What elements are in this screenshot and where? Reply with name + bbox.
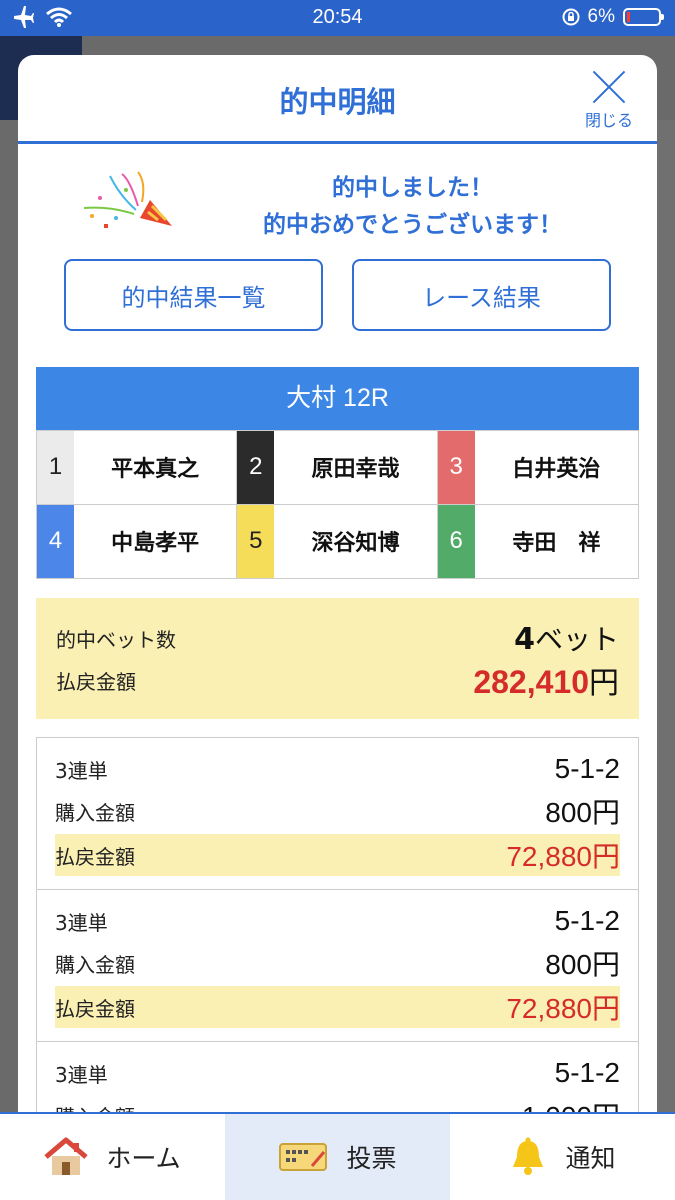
party-popper-icon xyxy=(83,171,172,228)
racer-name: 白井英治 xyxy=(512,457,601,483)
hit-summary: 的中ベット数 4ベット 払戻金額 282,410円 xyxy=(36,598,639,719)
bet-count-value: 4ベット xyxy=(514,618,619,658)
bet-unit: ベット xyxy=(534,623,619,656)
racer-4: 4 中島孝平 xyxy=(37,504,238,578)
bet-type: 3連単 xyxy=(55,910,108,935)
racer-number: 3 xyxy=(437,431,475,504)
close-button[interactable]: 閉じる xyxy=(579,69,639,131)
racer-name: 平本真之 xyxy=(111,457,200,483)
bet-combo: 5-1-2 xyxy=(554,905,620,936)
racer-name: 原田幸哉 xyxy=(311,457,400,483)
bet-card: 3連単 5-1-2 購入金額 800円 払戻金額 72,880円 xyxy=(36,737,639,890)
bet-count-label: 的中ベット数 xyxy=(56,627,176,652)
bet-type-row: 3連単 5-1-2 xyxy=(55,1052,620,1094)
racer-number: 6 xyxy=(437,504,475,578)
purchase-row: 購入金額 800円 xyxy=(55,942,620,984)
payout-total-row: 払戻金額 282,410円 xyxy=(56,658,619,702)
close-icon xyxy=(591,69,627,105)
status-right: 6% xyxy=(562,6,664,28)
racer-3: 3 白井英治 xyxy=(437,431,638,505)
modal-title: 的中明細 xyxy=(279,85,396,119)
racer-2: 2 原田幸哉 xyxy=(237,431,438,505)
racer-name: 寺田 祥 xyxy=(512,531,601,557)
hit-details-modal: 的中明細 閉じる 的中しました！ 的中おめでとうございます！ 的中結果一覧 レー… xyxy=(18,55,657,1125)
racer-1: 1 平本真之 xyxy=(37,431,238,505)
bet-combo: 5-1-2 xyxy=(554,1057,620,1088)
bet-type-row: 3連単 5-1-2 xyxy=(55,900,620,942)
action-buttons: 的中結果一覧 レース結果 xyxy=(64,259,611,331)
payout-label: 払戻金額 xyxy=(55,996,135,1021)
payout-amount: 72,880円 xyxy=(506,993,620,1024)
tab-notifications[interactable]: 通知 xyxy=(450,1114,675,1200)
payout-total: 282,410 xyxy=(473,664,589,700)
bell-icon xyxy=(513,1137,544,1175)
congrats-line-1: 的中しました！ xyxy=(332,175,493,201)
bet-type-row: 3連単 5-1-2 xyxy=(55,748,620,790)
bet-type: 3連単 xyxy=(55,758,108,783)
tab-home[interactable]: ホーム xyxy=(0,1114,225,1200)
battery-percent: 6% xyxy=(587,6,615,27)
bet-type: 3連単 xyxy=(55,1062,108,1087)
bet-count-row: 的中ベット数 4ベット xyxy=(56,616,619,660)
tab-vote[interactable]: 投票 xyxy=(225,1114,450,1200)
battery-icon xyxy=(623,8,664,26)
payout-total-value: 282,410円 xyxy=(473,658,619,702)
status-bar: 20:54 6% xyxy=(0,0,675,36)
congrats-line-2: 的中おめでとうございます！ xyxy=(263,212,562,238)
tab-vote-label: 投票 xyxy=(346,1144,397,1173)
racer-number: 5 xyxy=(237,504,275,578)
bet-combo: 5-1-2 xyxy=(554,753,620,784)
modal-header: 的中明細 閉じる xyxy=(18,55,657,144)
bet-list: 3連単 5-1-2 購入金額 800円 払戻金額 72,880円 3連単 5-1… xyxy=(36,737,639,1125)
racer-5: 5 深谷知博 xyxy=(237,504,438,578)
congrats-message: 的中しました！ 的中おめでとうございます！ xyxy=(168,170,657,244)
bet-count: 4 xyxy=(514,622,535,657)
orientation-lock-icon xyxy=(562,8,580,26)
purchase-label: 購入金額 xyxy=(55,952,135,977)
payout-label: 払戻金額 xyxy=(55,844,135,869)
bet-card: 3連単 5-1-2 購入金額 800円 払戻金額 72,880円 xyxy=(36,889,639,1042)
home-icon xyxy=(44,1137,88,1175)
purchase-amount: 800円 xyxy=(545,949,620,980)
racer-grid: 1 平本真之 2 原田幸哉 3 白井英治 4 中島孝平 5 深谷知博 6 寺田 … xyxy=(36,430,639,579)
racer-number: 2 xyxy=(237,431,275,504)
purchase-amount: 800円 xyxy=(545,797,620,828)
tab-home-label: ホーム xyxy=(106,1144,181,1173)
racer-name: 中島孝平 xyxy=(111,531,200,557)
results-list-button[interactable]: 的中結果一覧 xyxy=(64,259,323,331)
racer-6: 6 寺田 祥 xyxy=(437,504,638,578)
racer-name: 深谷知博 xyxy=(311,531,400,557)
race-results-button[interactable]: レース結果 xyxy=(352,259,611,331)
yen-unit: 円 xyxy=(589,666,619,701)
tab-notifications-label: 通知 xyxy=(565,1144,616,1173)
background-list-edge xyxy=(655,120,675,1116)
purchase-row: 購入金額 800円 xyxy=(55,790,620,832)
purchase-label: 購入金額 xyxy=(55,800,135,825)
payout-row: 払戻金額 72,880円 xyxy=(55,834,620,876)
payout-amount: 72,880円 xyxy=(506,841,620,872)
ticket-icon xyxy=(279,1143,328,1171)
close-label: 閉じる xyxy=(584,111,633,130)
tab-bar: ホーム 投票 通知 xyxy=(0,1112,675,1200)
racer-number: 1 xyxy=(37,431,74,504)
congrats-banner: 的中しました！ 的中おめでとうございます！ xyxy=(18,144,657,254)
payout-row: 払戻金額 72,880円 xyxy=(55,986,620,1028)
racer-number: 4 xyxy=(37,504,74,578)
race-title: 大村 12R xyxy=(36,367,639,430)
payout-total-label: 払戻金額 xyxy=(56,669,136,694)
